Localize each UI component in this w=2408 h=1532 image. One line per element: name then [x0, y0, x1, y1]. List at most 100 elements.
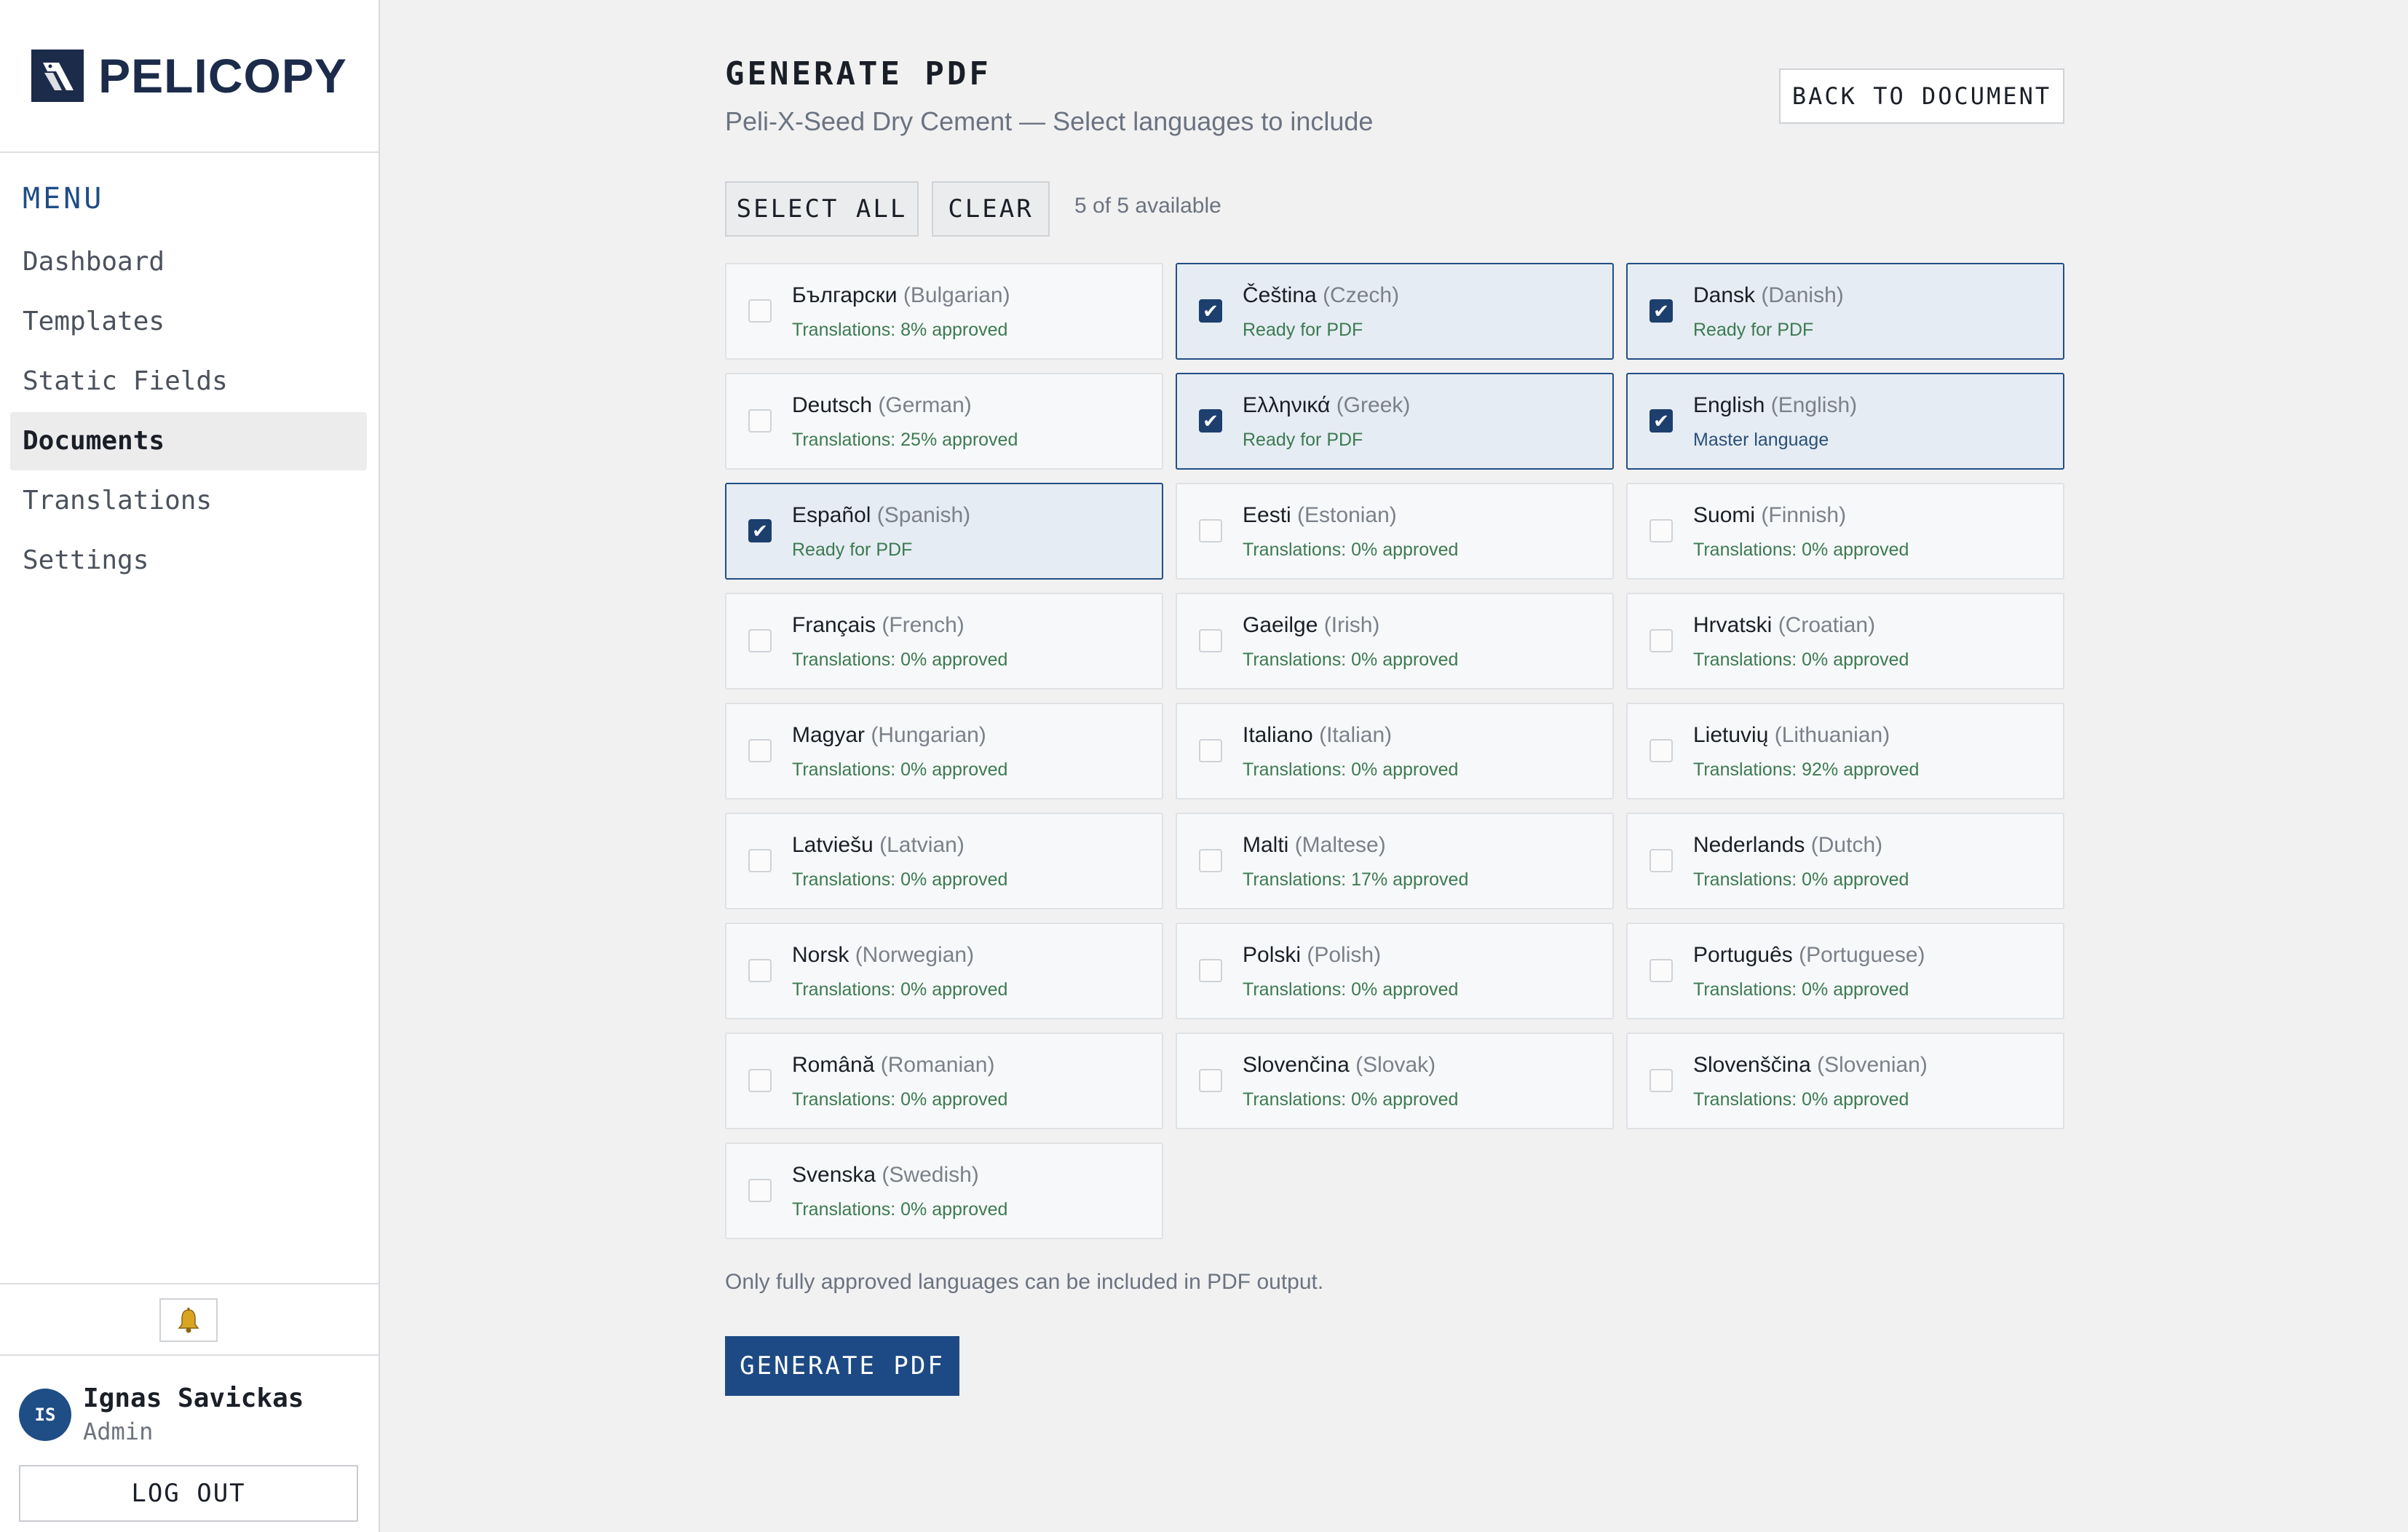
checkbox-checked[interactable]: ✔ — [748, 519, 772, 542]
notifications-button[interactable] — [159, 1298, 218, 1342]
checkbox[interactable] — [748, 849, 772, 872]
clear-button[interactable]: CLEAR — [932, 181, 1050, 237]
page-subtitle: Peli-X-Seed Dry Cement — Select language… — [725, 106, 1374, 136]
generate-pdf-button[interactable]: GENERATE PDF — [725, 1336, 959, 1396]
language-option[interactable]: Magyar (Hungarian) Translations: 0% appro… — [725, 703, 1163, 799]
sidebar: PELICOPY MENU Dashboard Templates Static… — [0, 0, 380, 1532]
language-option[interactable]: Português (Portuguese) Translations: 0% a… — [1626, 923, 2064, 1019]
language-native-name: Magyar — [792, 723, 866, 747]
language-option[interactable]: ✔ English (English) Master language — [1626, 373, 2064, 470]
checkbox[interactable] — [748, 959, 772, 982]
language-option[interactable]: Slovenčina (Slovak) Translations: 0% appr… — [1176, 1032, 1614, 1129]
language-native-name: Nederlands — [1693, 833, 1805, 857]
sidebar-item-translations[interactable]: Translations — [10, 472, 367, 530]
language-option[interactable]: Slovenščina (Slovenian) Translations: 0% … — [1626, 1032, 2064, 1129]
language-option[interactable]: Suomi (Finnish) Translations: 0% approved — [1626, 483, 2064, 580]
language-option[interactable]: Italiano (Italian) Translations: 0% appro… — [1176, 703, 1614, 799]
checkbox[interactable] — [1649, 849, 1673, 872]
language-native-name: Italiano — [1243, 723, 1313, 747]
sidebar-item-documents[interactable]: Documents — [10, 412, 367, 470]
language-status: Translations: 0% approved — [1693, 979, 1909, 1000]
language-status: Translations: 0% approved — [1243, 1089, 1459, 1110]
language-english-name: (Maltese) — [1294, 833, 1386, 857]
language-name: Български (Bulgarian) — [792, 283, 1010, 308]
notifications-area — [0, 1283, 379, 1356]
checkbox[interactable] — [1649, 1069, 1673, 1092]
checkbox[interactable] — [748, 629, 772, 652]
language-english-name: (Finnish) — [1761, 503, 1847, 527]
sidebar-item-static-fields[interactable]: Static Fields — [10, 352, 367, 411]
language-native-name: Hrvatski — [1693, 613, 1773, 637]
language-name: Čeština (Czech) — [1243, 283, 1399, 308]
language-native-name: Română — [792, 1053, 875, 1077]
language-option[interactable]: Svenska (Swedish) Translations: 0% approv… — [725, 1142, 1163, 1239]
language-status: Ready for PDF — [1243, 430, 1363, 450]
language-native-name: Norsk — [792, 943, 849, 967]
language-english-name: (Slovenian) — [1817, 1053, 1928, 1077]
language-option[interactable]: ✔ Ελληνικά (Greek) Ready for PDF — [1176, 373, 1614, 470]
language-english-name: (Polish) — [1307, 943, 1382, 967]
checkbox[interactable] — [748, 409, 772, 433]
language-name: English (English) — [1693, 393, 1857, 418]
checkbox[interactable] — [1199, 519, 1222, 542]
language-name: Ελληνικά (Greek) — [1243, 393, 1410, 418]
language-option[interactable]: Norsk (Norwegian) Translations: 0% approv… — [725, 923, 1163, 1019]
checkbox[interactable] — [748, 1069, 772, 1092]
language-grid: Български (Bulgarian) Translations: 8% ap… — [725, 263, 2064, 1239]
language-english-name: (Hungarian) — [871, 723, 986, 747]
language-option[interactable]: ✔ Čeština (Czech) Ready for PDF — [1176, 263, 1614, 360]
checkbox[interactable] — [1199, 739, 1222, 762]
checkbox[interactable] — [1199, 959, 1222, 982]
language-english-name: (Spanish) — [876, 503, 971, 527]
language-option[interactable]: Gaeilge (Irish) Translations: 0% approved — [1176, 593, 1614, 690]
checkbox[interactable] — [748, 739, 772, 762]
language-option[interactable]: Deutsch (German) Translations: 25% approv… — [725, 373, 1163, 470]
language-option[interactable]: Malti (Maltese) Translations: 17% approve… — [1176, 813, 1614, 909]
language-option[interactable]: Lietuvių (Lithuanian) Translations: 92% a… — [1626, 703, 2064, 799]
language-option[interactable]: Eesti (Estonian) Translations: 0% approve… — [1176, 483, 1614, 580]
language-english-name: (French) — [882, 613, 965, 637]
language-name: Dansk (Danish) — [1693, 283, 1844, 308]
language-option[interactable]: Français (French) Translations: 0% approv… — [725, 593, 1163, 690]
checkbox[interactable] — [748, 1179, 772, 1202]
checkbox[interactable] — [1649, 739, 1673, 762]
checkbox-checked[interactable]: ✔ — [1199, 409, 1222, 433]
language-option[interactable]: Română (Romanian) Translations: 0% approv… — [725, 1032, 1163, 1129]
language-name: Français (French) — [792, 613, 965, 638]
language-english-name: (Danish) — [1761, 283, 1844, 307]
language-english-name: (Italian) — [1319, 723, 1393, 747]
checkbox[interactable] — [1649, 629, 1673, 652]
checkbox[interactable] — [1199, 1069, 1222, 1092]
language-name: Español (Spanish) — [792, 503, 970, 528]
user-profile: IS Ignas Savickas Admin — [19, 1383, 304, 1445]
language-status: Ready for PDF — [1243, 320, 1363, 340]
checkbox[interactable] — [1649, 959, 1673, 982]
checkbox-checked[interactable]: ✔ — [1649, 409, 1673, 433]
sidebar-item-dashboard[interactable]: Dashboard — [10, 233, 367, 291]
sidebar-item-settings[interactable]: Settings — [10, 532, 367, 590]
checkbox[interactable] — [1649, 519, 1673, 542]
checkbox-checked[interactable]: ✔ — [1649, 299, 1673, 323]
logout-button[interactable]: LOG OUT — [19, 1465, 358, 1522]
checkbox[interactable] — [748, 299, 772, 323]
checkbox[interactable] — [1199, 849, 1222, 872]
language-option[interactable]: Български (Bulgarian) Translations: 8% ap… — [725, 263, 1163, 360]
language-option[interactable]: ✔ Español (Spanish) Ready for PDF — [725, 483, 1163, 580]
language-option[interactable]: Latviešu (Latvian) Translations: 0% appro… — [725, 813, 1163, 909]
language-option[interactable]: Hrvatski (Croatian) Translations: 0% appr… — [1626, 593, 2064, 690]
language-name: Malti (Maltese) — [1243, 833, 1386, 858]
language-name: Nederlands (Dutch) — [1693, 833, 1882, 858]
menu-title: MENU — [23, 182, 105, 216]
select-all-button[interactable]: SELECT ALL — [725, 181, 919, 237]
language-option[interactable]: Polski (Polish) Translations: 0% approved — [1176, 923, 1614, 1019]
language-option[interactable]: ✔ Dansk (Danish) Ready for PDF — [1626, 263, 2064, 360]
brand-logo[interactable]: PELICOPY — [0, 0, 379, 153]
checkbox-checked[interactable]: ✔ — [1199, 299, 1222, 323]
language-status: Translations: 0% approved — [1243, 979, 1459, 1000]
back-to-document-button[interactable]: BACK TO DOCUMENT — [1779, 68, 2064, 124]
language-status: Translations: 0% approved — [1693, 1089, 1909, 1110]
checkbox[interactable] — [1199, 629, 1222, 652]
language-name: Hrvatski (Croatian) — [1693, 613, 1875, 638]
sidebar-item-templates[interactable]: Templates — [10, 293, 367, 351]
language-option[interactable]: Nederlands (Dutch) Translations: 0% appro… — [1626, 813, 2064, 909]
